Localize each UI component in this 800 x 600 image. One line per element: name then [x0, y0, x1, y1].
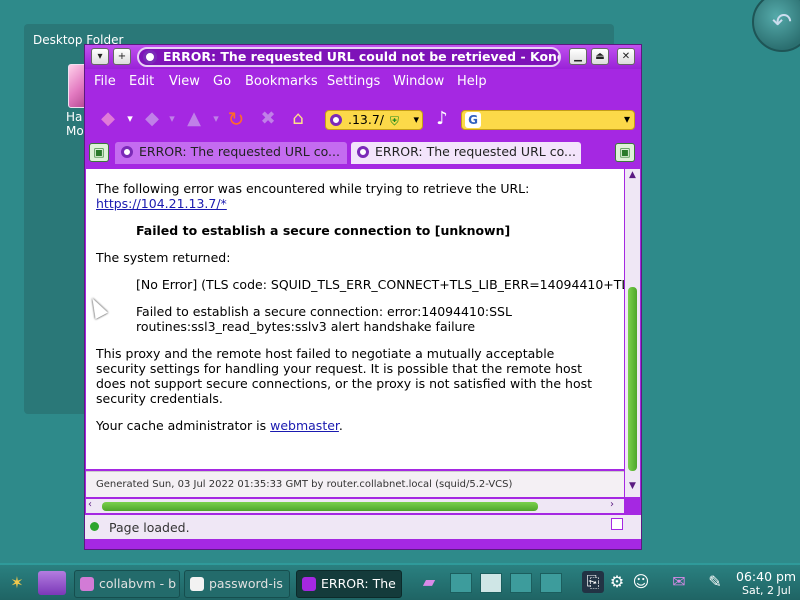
clock-time[interactable]: 06:40 pm: [736, 569, 796, 584]
admin-prefix: Your cache administrator is: [96, 418, 271, 433]
ssl-error: Failed to establish a secure connection:…: [136, 304, 512, 334]
reload-icon[interactable]: ↻: [225, 108, 247, 130]
error-heading: Failed to establish a secure connection …: [136, 223, 511, 238]
scroll-right-icon[interactable]: ›: [610, 499, 614, 510]
tab-label: ERROR: The requested URL co...: [375, 144, 576, 159]
status-text: Page loaded.: [109, 520, 190, 535]
maximize-button[interactable]: ⏏: [591, 48, 609, 65]
desktop-3[interactable]: [510, 573, 532, 593]
pager-app-icon[interactable]: ▰: [418, 571, 440, 593]
page-content: The following error was encountered whil…: [86, 169, 624, 469]
scroll-up-icon[interactable]: ▲: [627, 170, 638, 180]
menu-settings[interactable]: Settings: [327, 74, 380, 89]
kmail-icon[interactable]: ✉: [668, 571, 690, 593]
web-search-field[interactable]: G ▾: [461, 110, 635, 130]
up-icon[interactable]: ▲: [183, 108, 205, 130]
tab-1[interactable]: ERROR: The requested URL co...: [115, 142, 347, 164]
clipboard-icon[interactable]: ⎘: [582, 571, 604, 593]
desktop-1[interactable]: [450, 573, 472, 593]
tab-favicon: [357, 146, 369, 158]
desktop-4[interactable]: [540, 573, 562, 593]
stop-icon[interactable]: ✖: [257, 108, 279, 130]
task-app-icon: [80, 577, 94, 591]
status-bar: Page loaded.: [85, 515, 641, 539]
menu-window[interactable]: Window: [393, 74, 444, 89]
clock-date[interactable]: Sat, 2 Jul: [742, 584, 791, 597]
tab-2[interactable]: ERROR: The requested URL co...: [351, 142, 581, 164]
toolbar: ◆ ▾ ◆ ▾ ▲ ▾ ↻ ✖ ⌂ .13.7/ ⛨ ▾ ♪ G ▾: [85, 101, 641, 139]
tab-favicon: [121, 146, 133, 158]
menu-go[interactable]: Go: [213, 74, 231, 89]
minimize-button[interactable]: ▁: [569, 48, 587, 65]
task-label: collabvm - b: [99, 576, 177, 591]
clear-location-icon[interactable]: ♪: [431, 108, 453, 130]
status-checkbox[interactable]: [611, 518, 623, 530]
task-collabvm[interactable]: collabvm - b: [74, 570, 180, 598]
back-icon[interactable]: ◆: [97, 108, 119, 130]
system-returned-label: The system returned:: [96, 250, 231, 265]
menu-bookmarks[interactable]: Bookmarks: [245, 74, 318, 89]
error-intro: The following error was encountered whil…: [96, 181, 530, 196]
task-label: ERROR: The: [321, 576, 396, 591]
menu-edit[interactable]: Edit: [129, 74, 154, 89]
window-title: ERROR: The requested URL could not be re…: [137, 47, 561, 67]
title-bar[interactable]: ▾ + ERROR: The requested URL could not b…: [85, 45, 641, 69]
location-text: .13.7/: [348, 112, 385, 127]
site-icon: [330, 114, 342, 126]
konqueror-icon: [143, 50, 157, 64]
location-field[interactable]: .13.7/ ⛨ ▾: [325, 110, 423, 130]
security-shield-icon[interactable]: ⛨: [390, 112, 399, 130]
start-menu-icon[interactable]: ✶: [2, 571, 32, 595]
location-dropdown-icon[interactable]: ▾: [413, 111, 419, 129]
menu-bar: File Edit View Go Bookmarks Settings Win…: [85, 71, 641, 93]
vertical-scrollbar[interactable]: ▲ ▼: [625, 169, 640, 497]
task-label: password-is: [209, 576, 283, 591]
home-icon[interactable]: ⌂: [287, 108, 309, 130]
horizontal-scroll-thumb[interactable]: [102, 502, 538, 511]
scroll-down-icon[interactable]: ▼: [627, 481, 638, 491]
task-password[interactable]: password-is: [184, 570, 290, 598]
desktop-2[interactable]: [480, 573, 502, 593]
desktop-toolbox-icon[interactable]: ↶: [752, 0, 800, 52]
menu-file[interactable]: File: [94, 74, 116, 89]
new-tab-button[interactable]: ▣: [89, 143, 109, 162]
google-search-icon[interactable]: G: [465, 112, 481, 128]
menu-help[interactable]: Help: [457, 74, 487, 89]
tab-label: ERROR: The requested URL co...: [139, 144, 340, 159]
close-tab-button[interactable]: ▣: [615, 143, 635, 162]
admin-line: Your cache administrator is webmaster.: [96, 418, 624, 433]
forward-menu-icon[interactable]: ▾: [161, 108, 183, 130]
home-folder-icon[interactable]: [38, 571, 66, 595]
task-error[interactable]: ERROR: The: [296, 570, 402, 598]
status-light-icon: [90, 522, 99, 531]
window-title-text: ERROR: The requested URL could not be re…: [163, 49, 561, 64]
taskbar: ✶ collabvm - b password-is ERROR: The ▰ …: [0, 563, 800, 600]
error-url-link[interactable]: https://104.21.13.7/*: [96, 196, 227, 211]
admin-suffix: .: [338, 418, 343, 433]
scroll-left-icon[interactable]: ‹: [88, 499, 92, 510]
horizontal-scrollbar[interactable]: ‹ ›: [86, 499, 624, 513]
window-menu-icon[interactable]: ▾: [91, 48, 109, 65]
task-app-icon: [302, 577, 316, 591]
tls-code: [No Error] (TLS code: SQUID_TLS_ERR_CONN…: [136, 277, 624, 292]
user-icon[interactable]: ☺: [630, 571, 652, 593]
webmaster-link[interactable]: webmaster: [270, 418, 339, 433]
vertical-scroll-thumb[interactable]: [628, 287, 637, 471]
up-menu-icon[interactable]: ▾: [205, 108, 227, 130]
menu-view[interactable]: View: [169, 74, 200, 89]
settings-gear-icon[interactable]: ⚙: [606, 571, 628, 593]
page-footer: Generated Sun, 03 Jul 2022 01:35:33 GMT …: [86, 471, 624, 497]
forward-icon[interactable]: ◆: [141, 108, 163, 130]
kde-settings-icon[interactable]: ✎: [704, 571, 726, 593]
sticky-icon[interactable]: +: [113, 48, 131, 65]
error-explanation: This proxy and the remote host failed to…: [96, 346, 593, 406]
back-menu-icon[interactable]: ▾: [119, 108, 141, 130]
konqueror-window: ▾ + ERROR: The requested URL could not b…: [84, 44, 642, 550]
search-dropdown-icon[interactable]: ▾: [624, 112, 630, 126]
task-app-icon: [190, 577, 204, 591]
tab-bar: ▣ ERROR: The requested URL co... ERROR: …: [85, 141, 641, 165]
close-button[interactable]: ✕: [617, 48, 635, 65]
